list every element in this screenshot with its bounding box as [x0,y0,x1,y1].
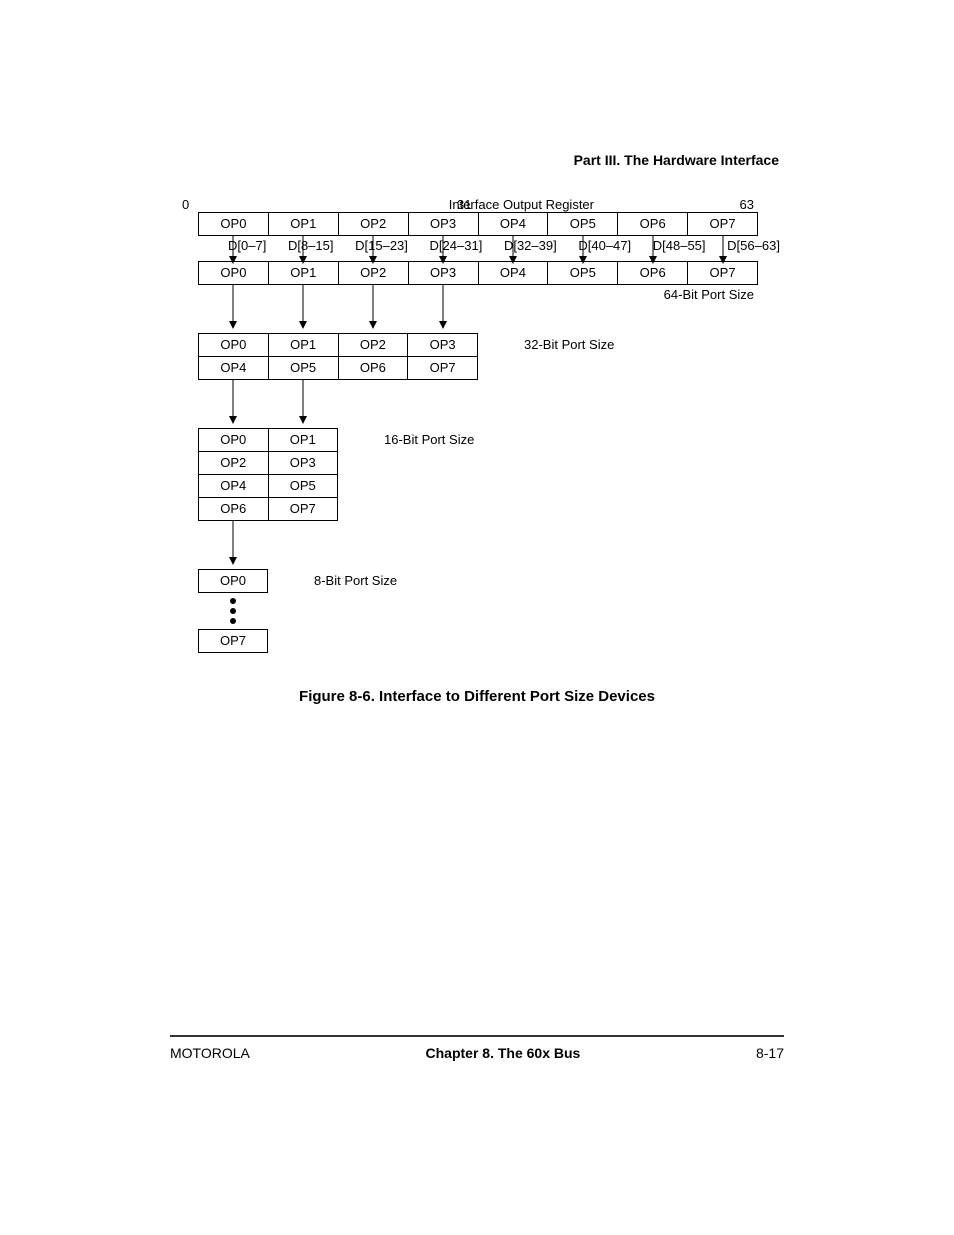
row-16bit-0: OP0 OP1 [198,428,338,452]
cell: OP4 [479,213,549,235]
d-label: D[24–31] [430,238,483,253]
cell: OP1 [269,213,339,235]
cell: OP7 [199,630,267,652]
d-label: D[32–39] [504,238,557,253]
d-label: D[48–55] [653,238,706,253]
cell: OP0 [199,334,269,356]
cell: OP3 [269,452,338,474]
cell: OP7 [269,498,338,520]
d-label: D[56–63] [727,238,780,253]
cell: OP4 [199,475,269,497]
label-16bit: 16-Bit Port Size [384,432,474,447]
cell: OP6 [618,262,688,284]
cell: OP7 [408,357,477,379]
cell: OP3 [409,213,479,235]
cell: OP0 [199,262,269,284]
cell: OP1 [269,334,339,356]
cell: OP3 [408,334,477,356]
section-header: Part III. The Hardware Interface [574,152,779,168]
d-label: D[15–23] [355,238,408,253]
d-label: D[8–15] [288,238,334,253]
cell: OP4 [199,357,269,379]
cell: OP2 [339,213,409,235]
d-label: D[40–47] [578,238,631,253]
figure-diagram: 0 31 Interface Output Register 63 OP0 OP… [184,196,774,653]
d-label: D[0–7] [228,238,266,253]
cell: OP1 [269,262,339,284]
cell: OP4 [479,262,549,284]
row-d-labels: D[0–7] D[8–15] D[15–23] D[24–31] D[32–39… [198,238,758,253]
cell: OP5 [548,213,618,235]
footer-rule [170,1035,784,1037]
cell: OP1 [269,429,338,451]
row-16bit-3: OP6 OP7 [198,498,338,521]
footer-center: Chapter 8. The 60x Bus [426,1045,581,1061]
cell: OP7 [688,262,757,284]
arrows-3 [184,380,774,428]
axis-label-63: 63 [740,197,754,212]
row-32bit-a: OP0 OP1 OP2 OP3 [198,333,478,357]
row-32bit-b: OP4 OP5 OP6 OP7 [198,357,478,380]
cell: OP5 [269,475,338,497]
cell: OP2 [199,452,269,474]
row-ior: OP0 OP1 OP2 OP3 OP4 OP5 OP6 OP7 [198,212,758,236]
row-8bit-bot: OP7 [198,629,268,653]
row-8bit-top: OP0 [198,569,268,593]
footer-left: MOTOROLA [170,1045,250,1061]
cell: OP0 [199,570,267,592]
cell: OP2 [339,334,409,356]
figure-caption: Figure 8-6. Interface to Different Port … [0,688,954,705]
footer-right: 8-17 [756,1045,784,1061]
row-16bit-1: OP2 OP3 [198,452,338,475]
label-64bit: 64-Bit Port Size [664,287,754,302]
cell: OP0 [199,213,269,235]
row-16bit-2: OP4 OP5 [198,475,338,498]
cell: OP0 [199,429,269,451]
row-64bit: OP0 OP1 OP2 OP3 OP4 OP5 OP6 OP7 [198,261,758,285]
cell: OP2 [339,262,409,284]
label-ior: Interface Output Register [449,197,594,212]
label-32bit: 32-Bit Port Size [524,337,614,352]
label-8bit: 8-Bit Port Size [314,573,397,588]
cell: OP6 [339,357,409,379]
ellipsis-icon [184,593,284,629]
arrows-4 [184,521,774,569]
cell: OP6 [618,213,688,235]
cell: OP5 [548,262,618,284]
axis-label-0: 0 [182,197,189,212]
cell: OP3 [409,262,479,284]
cell: OP6 [199,498,269,520]
cell: OP5 [269,357,339,379]
page-footer: MOTOROLA Chapter 8. The 60x Bus 8-17 [170,1045,784,1061]
cell: OP7 [688,213,757,235]
